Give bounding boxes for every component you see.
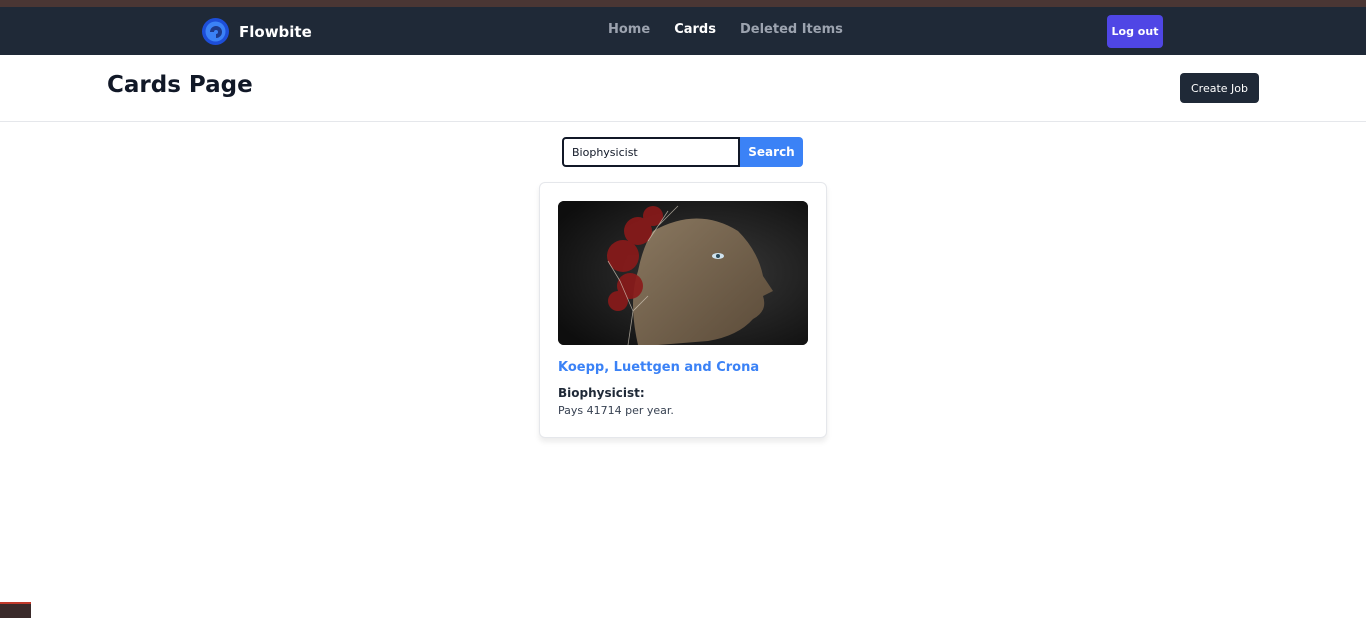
face-tree-artwork-image [558, 201, 808, 345]
brand-name: Flowbite [239, 22, 312, 41]
brand[interactable]: Flowbite [202, 18, 312, 45]
card-role: Biophysicist: [558, 386, 645, 400]
search-input[interactable] [562, 137, 740, 167]
flowbite-logo-icon [202, 18, 229, 45]
search-button[interactable]: Search [740, 137, 803, 167]
nav-link-cards[interactable]: Cards [674, 22, 716, 37]
create-job-button[interactable]: Create Job [1180, 73, 1259, 103]
nav-link-deleted-items[interactable]: Deleted Items [740, 22, 843, 37]
card-company-link[interactable]: Koepp, Luettgen and Crona [558, 360, 759, 375]
card-image [558, 201, 808, 345]
corner-badge [0, 602, 31, 618]
top-strip [0, 0, 1366, 7]
nav-links: Home Cards Deleted Items [608, 22, 843, 37]
search-bar: Search [562, 137, 803, 167]
page-header: Cards Page Create Job [0, 55, 1366, 122]
navbar: Flowbite Home Cards Deleted Items Log ou… [0, 7, 1366, 55]
card-pay: Pays 41714 per year. [558, 404, 674, 417]
logout-button[interactable]: Log out [1107, 15, 1163, 48]
page-title: Cards Page [107, 72, 253, 98]
job-card: Koepp, Luettgen and Crona Biophysicist: … [539, 182, 827, 438]
nav-link-home[interactable]: Home [608, 22, 650, 37]
